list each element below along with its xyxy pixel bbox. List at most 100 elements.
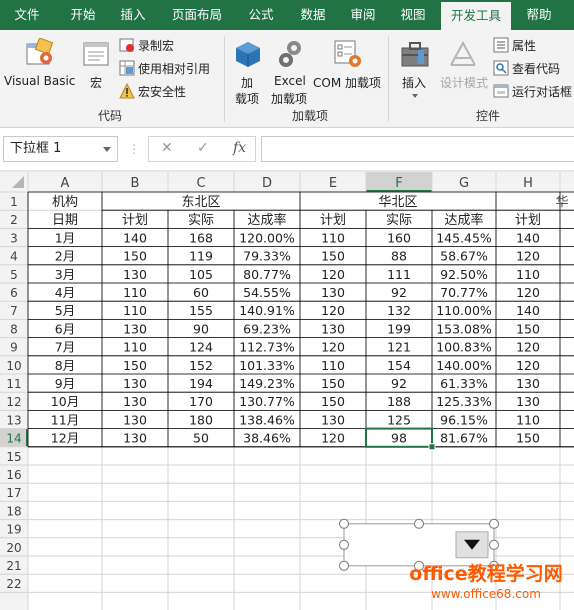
- cell-region3: 华: [555, 195, 568, 210]
- tab-formulas[interactable]: 公式: [238, 0, 284, 30]
- com-addins-button[interactable]: COM 加载项: [312, 34, 386, 102]
- worksheet-grid[interactable]: A B C D E F G H 1 2 3 4 5 6 7 8 9 10 11 12 13 14 15 16 17 18 19 20 2…: [0, 172, 574, 610]
- resize-handle[interactable]: [339, 539, 349, 550]
- tab-home[interactable]: 开始: [56, 0, 110, 30]
- excel-addins-button[interactable]: Excel 加载项: [270, 34, 312, 106]
- column-header-a: A: [61, 176, 70, 191]
- table-cell: 5月: [55, 303, 75, 318]
- table-cell: 120: [321, 303, 345, 318]
- table-cell: 194: [189, 376, 213, 391]
- row-header-8: 8: [10, 322, 18, 336]
- tab-review[interactable]: 审阅: [340, 0, 386, 30]
- cell-header-6: 达成率: [444, 212, 483, 228]
- tab-data[interactable]: 数据: [290, 0, 336, 30]
- resize-handle[interactable]: [339, 560, 349, 571]
- table-cell: 92.50%: [440, 267, 488, 282]
- formula-input[interactable]: [261, 136, 574, 162]
- table-cell: 120.00%: [239, 230, 295, 245]
- cell-region2: 华北区: [378, 195, 417, 210]
- group-label-controls: 控件: [475, 109, 500, 123]
- view-code-button[interactable]: 查看代码: [492, 59, 566, 77]
- table-cell: 160: [387, 230, 411, 245]
- ribbon-developer: Visual Basic 宏 录制宏 使用相对引用 宏安全性 代码 加 载项 E…: [0, 30, 574, 128]
- macro-security-button[interactable]: 宏安全性: [118, 82, 198, 100]
- addins-button[interactable]: 加 载项: [228, 34, 268, 106]
- cell-header-5: 实际: [386, 213, 412, 228]
- table-cell: 110.00%: [436, 303, 492, 318]
- relative-reference-icon: [119, 60, 135, 76]
- table-cell: 119: [189, 249, 213, 264]
- group-label-code: 代码: [97, 109, 122, 123]
- resize-handle[interactable]: [339, 518, 349, 529]
- table-cell: 9月: [55, 376, 75, 391]
- table-cell: 125.33%: [436, 394, 492, 409]
- macro-security-label: 宏安全性: [138, 85, 187, 99]
- tab-developer[interactable]: 开发工具: [441, 2, 511, 30]
- cell-header-2: 实际: [188, 213, 214, 228]
- table-cell: 180: [189, 412, 213, 427]
- table-cell: 69.23%: [243, 321, 291, 336]
- row-header-5: 5: [10, 268, 18, 282]
- table-cell: 140: [123, 230, 147, 245]
- chevron-down-icon[interactable]: [103, 147, 111, 152]
- table-cell: 152: [189, 358, 213, 373]
- visual-basic-button[interactable]: Visual Basic: [2, 34, 76, 98]
- table-cell: 130: [123, 412, 147, 427]
- resize-handle[interactable]: [489, 539, 499, 550]
- addins-label-line2: 载项: [235, 92, 260, 106]
- row-header-6: 6: [10, 286, 18, 300]
- cell-header-1: 计划: [122, 213, 148, 228]
- table-cell: 130.77%: [239, 394, 295, 409]
- table-cell: 130: [321, 285, 345, 300]
- row-header-11: 11: [6, 377, 21, 391]
- design-mode-button[interactable]: 设计模式: [438, 34, 490, 102]
- record-macro-button[interactable]: 录制宏: [118, 36, 198, 54]
- table-cell: 145.45%: [436, 230, 492, 245]
- table-cell: 6月: [55, 321, 75, 336]
- relative-reference-button[interactable]: 使用相对引用: [118, 59, 218, 77]
- table-cell: 110: [321, 230, 345, 245]
- run-dialog-icon: [493, 84, 509, 98]
- tab-help[interactable]: 帮助: [516, 0, 562, 30]
- insert-control-button[interactable]: 插入: [394, 34, 436, 102]
- table-cell: 70.77%: [440, 285, 488, 300]
- enter-icon[interactable]: ✓: [197, 140, 209, 156]
- column-header-g: G: [459, 176, 469, 191]
- properties-button[interactable]: 属性: [492, 36, 562, 54]
- tab-view[interactable]: 视图: [390, 0, 436, 30]
- resize-handle[interactable]: [414, 518, 424, 529]
- table-cell: 170: [189, 394, 213, 409]
- table-cell: 120: [321, 267, 345, 282]
- formula-bar-grip-icon[interactable]: ⋮: [128, 142, 140, 156]
- fill-handle[interactable]: [428, 443, 436, 451]
- table-cell: 130: [123, 376, 147, 391]
- table-cell: 153.08%: [436, 321, 492, 336]
- macros-button[interactable]: 宏: [80, 34, 114, 98]
- com-addins-icon: [334, 40, 361, 67]
- properties-icon: [493, 37, 509, 53]
- resize-handle[interactable]: [489, 518, 499, 529]
- toolbox-icon: [401, 42, 429, 67]
- name-box[interactable]: 下拉框 1: [3, 136, 118, 162]
- tab-file[interactable]: 文件: [0, 0, 54, 30]
- row-header-21: 21: [6, 559, 21, 573]
- table-cell: 8月: [55, 358, 75, 373]
- tab-page-layout[interactable]: 页面布局: [164, 0, 230, 30]
- properties-label: 属性: [512, 39, 537, 53]
- table-cell: 80.77%: [243, 267, 291, 282]
- tab-insert[interactable]: 插入: [110, 0, 156, 30]
- table-cell: 7月: [55, 340, 75, 355]
- column-header-c: C: [196, 176, 205, 191]
- table-cell: 96.15%: [440, 412, 488, 427]
- run-dialog-button[interactable]: 运行对话框: [492, 82, 574, 100]
- column-header-f: F: [395, 176, 402, 191]
- table-cell: 1月: [55, 230, 75, 245]
- view-code-label: 查看代码: [512, 62, 561, 76]
- insert-function-icon[interactable]: fx: [233, 140, 246, 156]
- table-cell: 140: [516, 230, 540, 245]
- macros-icon: [83, 42, 109, 66]
- excel-addins-label-line2: 加载项: [271, 92, 308, 106]
- warning-icon: [119, 83, 135, 99]
- cancel-icon[interactable]: ✕: [161, 140, 173, 156]
- row-header-12: 12: [6, 395, 21, 409]
